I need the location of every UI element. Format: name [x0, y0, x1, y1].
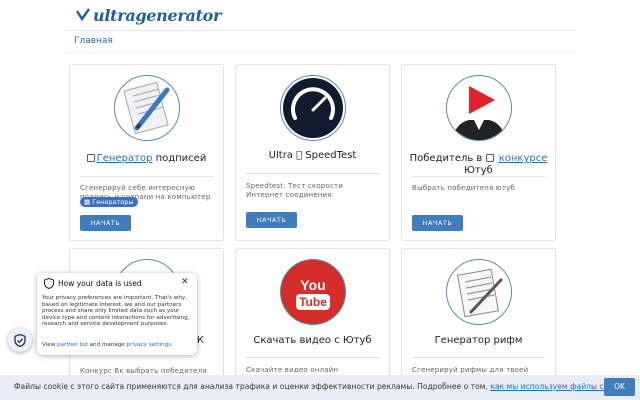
logo-mark-icon: [76, 8, 90, 22]
cookie-text: Файлы cookie с этого сайта применяются д…: [14, 382, 632, 391]
close-icon[interactable]: ✕: [181, 277, 189, 287]
card-title: Генератор подписей: [74, 153, 219, 165]
cookie-banner: Файлы cookie с этого сайта применяются д…: [0, 375, 640, 400]
card-description: Скачайте видео онлайн: [246, 366, 339, 374]
card-title-link[interactable]: конкурсе: [499, 153, 548, 164]
start-button[interactable]: НАЧАТЬ: [80, 215, 131, 231]
shield-check-icon: [14, 333, 26, 347]
header: ultragenerator: [0, 0, 640, 30]
youtube-logo-icon: You Tube: [280, 259, 346, 325]
divider: [66, 52, 576, 53]
privacy-settings-button[interactable]: [8, 328, 32, 352]
youtube-logo-top: You: [300, 277, 325, 293]
card-title: Победитель в конкурсе Ютуб: [409, 153, 548, 176]
privacy-title: How your data is used: [58, 279, 142, 288]
partner-list-link[interactable]: partner list: [57, 342, 88, 348]
card-title: Генератор рифм: [434, 335, 523, 346]
divider: [412, 357, 545, 358]
logo[interactable]: ultragenerator: [76, 4, 221, 26]
card-signature-generator[interactable]: Генератор подписей Сгенерируй себе интер…: [69, 64, 224, 241]
speedometer-icon: [280, 75, 346, 141]
pen-paper-icon: [114, 75, 180, 141]
cookie-ok-button[interactable]: OK: [604, 378, 635, 396]
card-speedtest[interactable]: Ultra ⃞ SpeedTest Speedtest: Тест скорос…: [235, 64, 390, 241]
broken-image-icon: [485, 154, 494, 162]
privacy-popup: How your data is used ✕ Your privacy pre…: [37, 273, 197, 355]
rhyme-paper-icon: [446, 259, 512, 325]
card-description: Выбрать победителя ютуб: [412, 184, 516, 192]
card-youtube-winner[interactable]: Победитель в конкурсе Ютуб Выбрать победи…: [401, 64, 556, 241]
category-tag[interactable]: ▦ Генераторы: [80, 197, 138, 207]
youtube-logo-bottom: Tube: [299, 295, 327, 309]
breadcrumb-home[interactable]: Главная: [74, 36, 113, 46]
divider: [246, 173, 379, 174]
card-title: Скачать видео с Ютуб: [253, 335, 372, 346]
broken-image-icon: [86, 154, 95, 162]
divider: [80, 176, 213, 177]
card-title-link[interactable]: Генератор: [97, 153, 153, 164]
card-title: Ultra ⃞ SpeedTest: [268, 150, 357, 161]
shield-icon: [44, 278, 54, 289]
privacy-links: View partner list and manage privacy set…: [42, 342, 173, 348]
card-description: Speedtest: Тест скорости Интернет соедин…: [246, 182, 344, 199]
logo-text: ultragenerator: [93, 5, 222, 25]
privacy-body: Your privacy preferences are important. …: [42, 295, 190, 328]
winner-play-icon: [446, 75, 512, 141]
start-button[interactable]: НАЧАТЬ: [246, 212, 297, 228]
divider: [246, 357, 379, 358]
card-description: Сгенерируй рифмы для твоей: [412, 366, 529, 374]
privacy-settings-link[interactable]: privacy settings.: [127, 342, 173, 348]
divider: [66, 30, 576, 31]
start-button[interactable]: НАЧАТЬ: [412, 215, 463, 231]
divider: [412, 176, 545, 177]
